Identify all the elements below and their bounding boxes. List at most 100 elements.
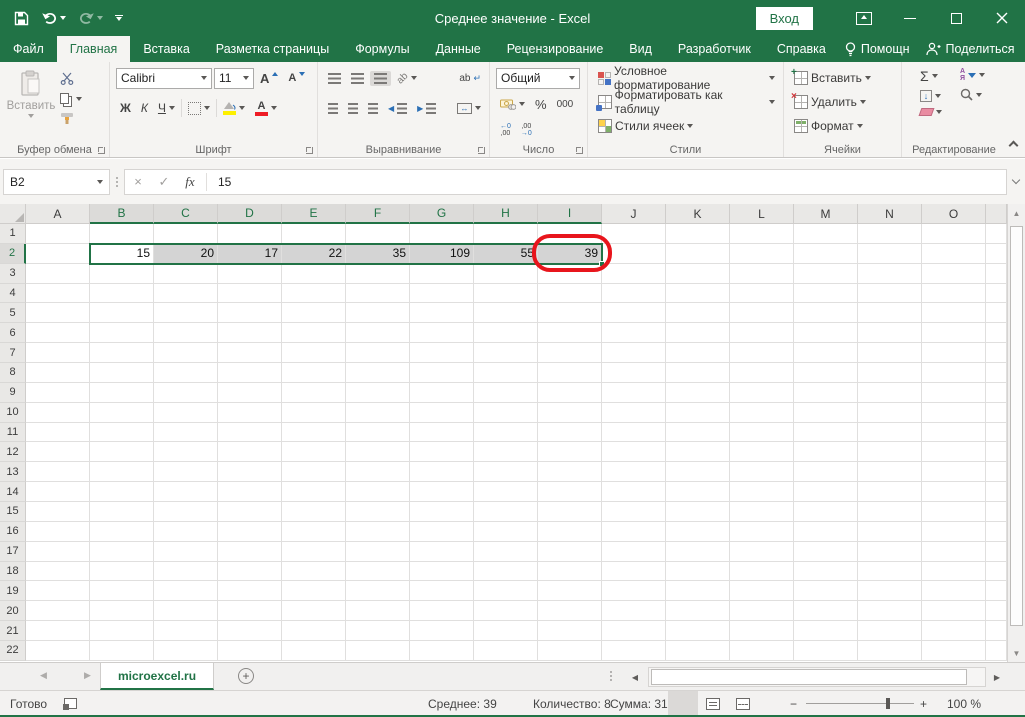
cell-G4[interactable] <box>410 284 474 304</box>
cell-B2[interactable]: 15 <box>90 244 154 264</box>
row-header-21[interactable]: 21 <box>0 621 26 641</box>
cell-G9[interactable] <box>410 383 474 403</box>
cell-M2[interactable] <box>794 244 858 264</box>
cell-B20[interactable] <box>90 601 154 621</box>
cell-C15[interactable] <box>154 502 218 522</box>
ribbon-display-options-button[interactable] <box>841 0 887 36</box>
cell-partial-14[interactable] <box>986 482 1007 502</box>
cell-M5[interactable] <box>794 303 858 323</box>
cell-E16[interactable] <box>282 522 346 542</box>
cell-H7[interactable] <box>474 343 538 363</box>
zoom-slider-thumb[interactable] <box>886 698 890 709</box>
cell-G17[interactable] <box>410 542 474 562</box>
cell-N9[interactable] <box>858 383 922 403</box>
scroll-up-button[interactable]: ▲ <box>1008 204 1025 222</box>
tab-page-layout[interactable]: Разметка страницы <box>203 36 342 62</box>
number-dialog-launcher[interactable] <box>576 147 583 154</box>
cell-E8[interactable] <box>282 363 346 383</box>
page-break-view-button[interactable] <box>728 691 758 716</box>
cell-F1[interactable] <box>346 224 410 244</box>
align-right-button[interactable] <box>364 101 382 116</box>
macro-record-button[interactable] <box>64 691 77 716</box>
cell-K3[interactable] <box>666 264 730 284</box>
grow-font-button[interactable]: A <box>256 69 282 88</box>
delete-cells-button[interactable]: × Удалить <box>790 93 870 111</box>
cell-K17[interactable] <box>666 542 730 562</box>
tab-formulas[interactable]: Формулы <box>342 36 422 62</box>
cell-F7[interactable] <box>346 343 410 363</box>
cell-D17[interactable] <box>218 542 282 562</box>
cell-I4[interactable] <box>538 284 602 304</box>
cell-B6[interactable] <box>90 323 154 343</box>
cell-K1[interactable] <box>666 224 730 244</box>
cell-N3[interactable] <box>858 264 922 284</box>
fill-handle[interactable] <box>599 261 605 267</box>
cell-K16[interactable] <box>666 522 730 542</box>
formula-bar-resize-handle[interactable] <box>110 177 124 187</box>
cell-I2[interactable]: 39 <box>538 244 602 264</box>
cell-K10[interactable] <box>666 403 730 423</box>
cell-H18[interactable] <box>474 562 538 582</box>
paste-button[interactable]: Вставить <box>6 66 56 127</box>
cell-N18[interactable] <box>858 562 922 582</box>
cell-G18[interactable] <box>410 562 474 582</box>
cell-M20[interactable] <box>794 601 858 621</box>
cell-A4[interactable] <box>26 284 90 304</box>
cell-partial-10[interactable] <box>986 403 1007 423</box>
cell-I11[interactable] <box>538 423 602 443</box>
cell-F9[interactable] <box>346 383 410 403</box>
row-header-15[interactable]: 15 <box>0 502 26 522</box>
cell-B12[interactable] <box>90 442 154 462</box>
column-header-H[interactable]: H <box>474 204 538 224</box>
cell-L16[interactable] <box>730 522 794 542</box>
cell-E14[interactable] <box>282 482 346 502</box>
cell-L7[interactable] <box>730 343 794 363</box>
cell-I10[interactable] <box>538 403 602 423</box>
cell-E7[interactable] <box>282 343 346 363</box>
cell-G11[interactable] <box>410 423 474 443</box>
comma-style-button[interactable]: 000 <box>553 97 578 112</box>
underline-button[interactable]: Ч <box>154 99 179 117</box>
cell-M21[interactable] <box>794 621 858 641</box>
cell-L4[interactable] <box>730 284 794 304</box>
cell-K13[interactable] <box>666 462 730 482</box>
cell-I20[interactable] <box>538 601 602 621</box>
cell-B9[interactable] <box>90 383 154 403</box>
cell-F17[interactable] <box>346 542 410 562</box>
cell-C7[interactable] <box>154 343 218 363</box>
cell-H3[interactable] <box>474 264 538 284</box>
tab-view[interactable]: Вид <box>616 36 665 62</box>
column-header-C[interactable]: C <box>154 204 218 224</box>
cell-N7[interactable] <box>858 343 922 363</box>
cell-L1[interactable] <box>730 224 794 244</box>
cell-I19[interactable] <box>538 581 602 601</box>
cell-F22[interactable] <box>346 641 410 661</box>
cell-B18[interactable] <box>90 562 154 582</box>
orientation-button[interactable]: ab <box>393 71 421 86</box>
cell-J21[interactable] <box>602 621 666 641</box>
cell-F5[interactable] <box>346 303 410 323</box>
cell-B15[interactable] <box>90 502 154 522</box>
cell-M17[interactable] <box>794 542 858 562</box>
cell-I16[interactable] <box>538 522 602 542</box>
font-color-button[interactable]: А <box>251 99 281 118</box>
row-header-5[interactable]: 5 <box>0 303 26 323</box>
cell-O17[interactable] <box>922 542 986 562</box>
cell-B14[interactable] <box>90 482 154 502</box>
cell-N6[interactable] <box>858 323 922 343</box>
cell-A16[interactable] <box>26 522 90 542</box>
cell-L22[interactable] <box>730 641 794 661</box>
column-header-I[interactable]: I <box>538 204 602 224</box>
currency-format-button[interactable] <box>496 97 529 112</box>
cell-M9[interactable] <box>794 383 858 403</box>
cell-J9[interactable] <box>602 383 666 403</box>
alignment-dialog-launcher[interactable] <box>478 147 485 154</box>
cell-M8[interactable] <box>794 363 858 383</box>
cell-G5[interactable] <box>410 303 474 323</box>
customize-qat-button[interactable] <box>111 12 127 24</box>
cell-N2[interactable] <box>858 244 922 264</box>
cell-partial-11[interactable] <box>986 423 1007 443</box>
cell-B13[interactable] <box>90 462 154 482</box>
row-header-20[interactable]: 20 <box>0 601 26 621</box>
cell-E9[interactable] <box>282 383 346 403</box>
